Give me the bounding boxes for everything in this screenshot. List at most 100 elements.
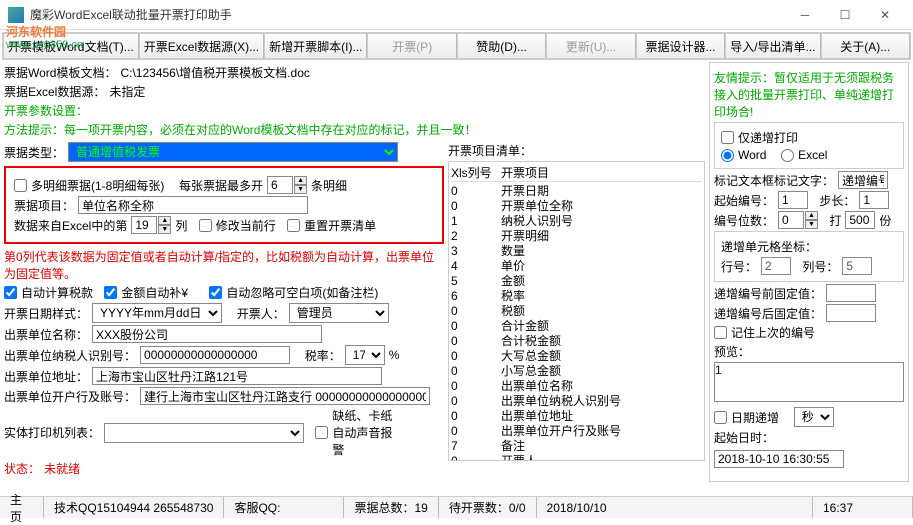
btn-excel-source[interactable]: 开票Excel数据源(X)...	[139, 33, 264, 59]
prefix-input[interactable]	[826, 284, 876, 302]
data-from-label: 数据来自Excel中的第	[14, 217, 127, 234]
rate-select[interactable]: 17	[345, 345, 385, 365]
paper-jam-check[interactable]	[315, 426, 328, 439]
addr-input[interactable]	[92, 367, 382, 385]
status-time: 16:37	[813, 497, 913, 518]
auto-pad-check[interactable]	[104, 286, 117, 299]
status-main[interactable]: 主页	[0, 497, 44, 518]
date-fmt-select[interactable]: YYYY年mm月dd日	[92, 303, 222, 323]
data-from-suffix: 列	[175, 217, 187, 234]
btn-donate[interactable]: 赞助(D)...	[457, 33, 546, 59]
multi-detail-check[interactable]	[14, 179, 27, 192]
suffix-input[interactable]	[826, 304, 876, 322]
only-inc-check[interactable]	[721, 131, 734, 144]
taxid-label: 出票单位纳税人识别号：	[4, 347, 136, 364]
digits-input[interactable]	[778, 211, 804, 229]
start-dt-input[interactable]	[714, 450, 844, 468]
item-input[interactable]	[78, 196, 308, 214]
rown-input	[761, 257, 791, 275]
xls-list[interactable]: Xls列号开票项目 0开票日期0开票单位全称1纳税人识别号2开票明细3数量4单价…	[448, 161, 705, 461]
list-item[interactable]: 3数量	[451, 244, 702, 259]
btn-invoice[interactable]: 开票(P)	[367, 33, 456, 59]
spin-up[interactable]: ▲	[158, 216, 171, 225]
reset-list-check[interactable]	[287, 219, 300, 232]
btn-import-export[interactable]: 导入/导出清单...	[725, 33, 820, 59]
params-header: 开票参数设置：	[4, 102, 88, 119]
taxid-input[interactable]	[140, 346, 290, 364]
bank-label: 出票单位开户行及账号：	[4, 388, 136, 405]
printer-label: 实体打印机列表：	[4, 424, 100, 441]
status-svc: 客服QQ:	[224, 497, 344, 518]
note-text: 第0列代表该数据为固定值或者自动计算/指定的，比如税额为自动计算，出票单位为固定…	[4, 248, 434, 282]
list-item[interactable]: 0出票单位地址	[451, 409, 702, 424]
per-page-suffix: 条明细	[311, 177, 347, 194]
btn-update[interactable]: 更新(U)...	[546, 33, 635, 59]
list-item[interactable]: 0开票单位全称	[451, 199, 702, 214]
close-button[interactable]: ✕	[865, 1, 905, 29]
list-item[interactable]: 0大写总金额	[451, 349, 702, 364]
list-item[interactable]: 1纳税人识别号	[451, 214, 702, 229]
list-item[interactable]: 0出票单位纳税人识别号	[451, 394, 702, 409]
auto-tax-check[interactable]	[4, 286, 17, 299]
list-item[interactable]: 0开票人	[451, 454, 702, 461]
printer-select[interactable]	[104, 423, 304, 443]
spin-up[interactable]: ▲	[294, 176, 307, 185]
app-icon	[8, 7, 24, 23]
btn-designer[interactable]: 票据设计器...	[636, 33, 725, 59]
list-item[interactable]: 6税率	[451, 289, 702, 304]
titlebar: 魔彩WordExcel联动批量开票打印助手 ─ ☐ ✕	[0, 0, 913, 30]
list-item[interactable]: 0税额	[451, 304, 702, 319]
toolbar: 开票模板Word文档(T)... 开票Excel数据源(X)... 新增开票脚本…	[2, 32, 911, 60]
list-item[interactable]: 5金额	[451, 274, 702, 289]
list-item[interactable]: 4单价	[451, 259, 702, 274]
start-input[interactable]	[778, 191, 808, 209]
mark-input[interactable]	[838, 171, 888, 189]
list-item[interactable]: 0小写总金额	[451, 364, 702, 379]
minimize-button[interactable]: ─	[785, 1, 825, 29]
bank-input[interactable]	[140, 387, 430, 405]
per-page-input[interactable]	[267, 176, 293, 194]
rate-label: 税率：	[305, 347, 341, 364]
list-item[interactable]: 0合计金额	[451, 319, 702, 334]
print-count-input[interactable]	[845, 211, 875, 229]
highlight-box: 多明细票据(1-8明细每张) 每张票据最多开 ▲▼ 条明细 票据项目： 数据来自…	[4, 166, 444, 244]
list-item[interactable]: 7备注	[451, 439, 702, 454]
type-label: 票据类型：	[4, 144, 64, 161]
date-inc-check[interactable]	[714, 411, 727, 424]
data-col-input[interactable]	[131, 216, 157, 234]
btn-about[interactable]: 关于(A)...	[821, 33, 910, 59]
btn-word-template[interactable]: 开票模板Word文档(T)...	[3, 33, 139, 59]
list-item[interactable]: 0出票单位开户行及账号	[451, 424, 702, 439]
excel-path-value: 未指定	[109, 83, 145, 100]
maximize-button[interactable]: ☐	[825, 1, 865, 29]
spin-down[interactable]: ▼	[158, 225, 171, 234]
auto-skip-check[interactable]	[209, 286, 222, 299]
date-unit-select[interactable]: 秒	[794, 407, 834, 427]
modify-row-check[interactable]	[199, 219, 212, 232]
invoice-type-select[interactable]: 普通增值税发票	[68, 142, 398, 162]
remember-check[interactable]	[714, 326, 727, 339]
step-input[interactable]	[859, 191, 889, 209]
status-qq: 技术QQ15104944 265548730	[44, 497, 224, 518]
unit-input[interactable]	[92, 325, 322, 343]
xls-header: 开票项目清单：	[448, 142, 532, 159]
unit-label: 出票单位名称：	[4, 326, 88, 343]
modify-row-label: 修改当前行	[216, 217, 276, 234]
excel-radio[interactable]	[781, 149, 794, 162]
list-item[interactable]: 2开票明细	[451, 229, 702, 244]
preview-box[interactable]: 1	[714, 362, 904, 402]
list-item[interactable]: 0开票日期	[451, 184, 702, 199]
list-item[interactable]: 0合计税金额	[451, 334, 702, 349]
btn-new-script[interactable]: 新增开票脚本(I)...	[264, 33, 367, 59]
params-tip: 方法提示：每一项开票内容，必须在对应的Word模板文档中存在对应的标记，并且一致…	[4, 121, 476, 138]
issuer-select[interactable]: 管理员	[289, 303, 389, 323]
paper-jam-label: 缺纸、卡纸自动声音报警	[332, 407, 392, 458]
issuer-label: 开票人：	[237, 305, 285, 322]
status-label: 状态：	[4, 460, 40, 477]
spin-down[interactable]: ▼	[294, 185, 307, 194]
window-title: 魔彩WordExcel联动批量开票打印助手	[30, 6, 785, 23]
word-radio[interactable]	[721, 149, 734, 162]
list-item[interactable]: 0出票单位名称	[451, 379, 702, 394]
status-wait: 待开票数：0/0	[439, 497, 537, 518]
statusbar: 主页 技术QQ15104944 265548730 客服QQ: 票据总数：19 …	[0, 496, 913, 518]
